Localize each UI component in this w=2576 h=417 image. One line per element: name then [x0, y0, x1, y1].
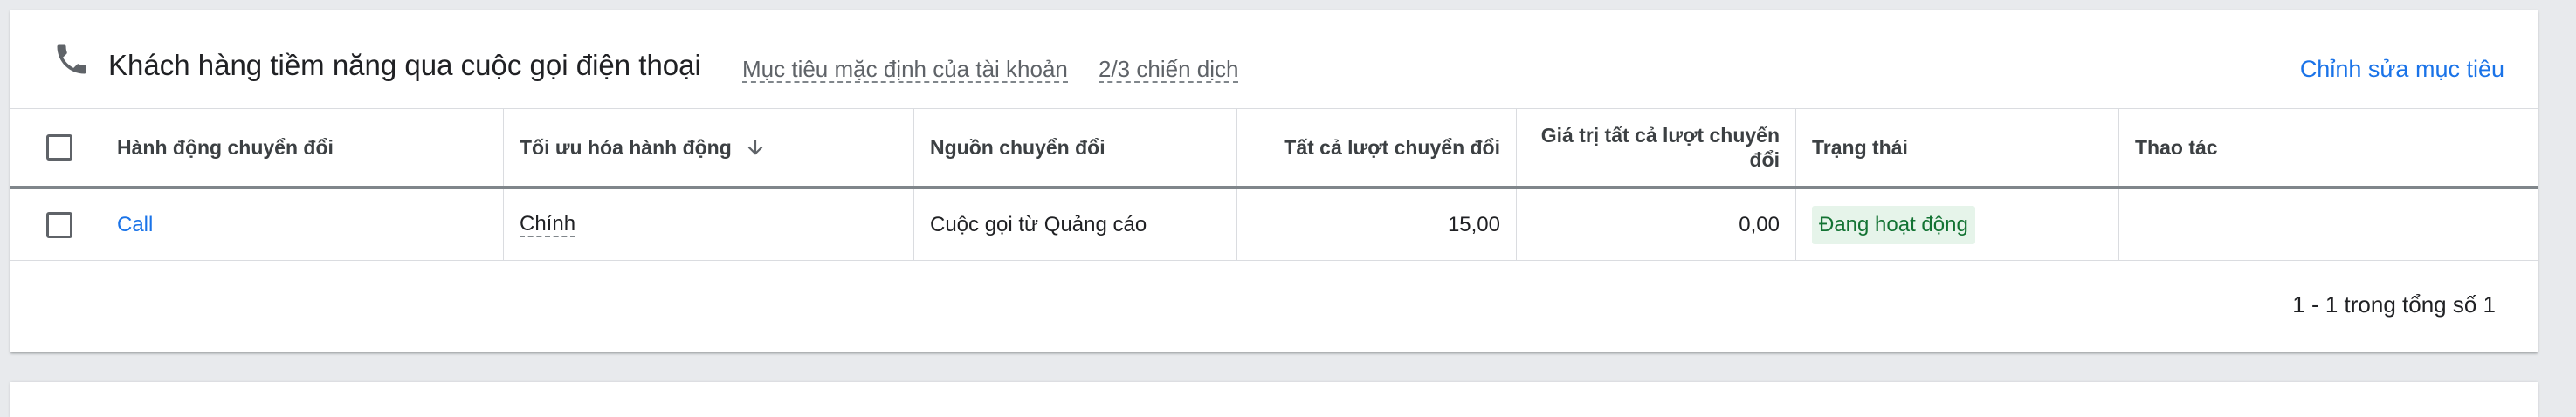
- select-all-checkbox[interactable]: [46, 134, 72, 161]
- column-header-actions-label: Thao tác: [2135, 135, 2218, 159]
- actions-cell: [2118, 189, 2538, 260]
- column-header-actions: Thao tác: [2118, 109, 2538, 186]
- column-header-action-label: Hành động chuyển đổi: [117, 135, 334, 159]
- next-goal-card: [10, 382, 2538, 417]
- card-header: Khách hàng tiềm năng qua cuộc gọi điện t…: [10, 10, 2538, 109]
- table-header: Hành động chuyển đổi Tối ưu hóa hành độn…: [10, 109, 2538, 189]
- edit-goal-link[interactable]: Chỉnh sửa mục tiêu: [2300, 56, 2504, 83]
- conversion-goal-card: Khách hàng tiềm năng qua cuộc gọi điện t…: [10, 10, 2538, 352]
- source-cell: Cuộc gọi từ Quảng cáo: [913, 189, 1236, 260]
- column-header-source-label: Nguồn chuyển đổi: [930, 135, 1105, 159]
- all-conversions-cell: 15,00: [1236, 189, 1516, 260]
- status-cell: Đang hoạt động: [1795, 189, 2118, 260]
- column-header-all-conversions-label: Tất cả lượt chuyển đổi: [1284, 135, 1500, 159]
- optimization-cell: Chính: [503, 189, 913, 260]
- optimization-value[interactable]: Chính: [520, 212, 576, 237]
- column-header-status-label: Trạng thái: [1812, 135, 1908, 159]
- table-row: Call Chính Cuộc gọi từ Quảng cáo 15,00 0…: [10, 189, 2538, 261]
- phone-icon: [57, 44, 86, 74]
- action-cell: Call: [108, 189, 503, 260]
- column-header-action[interactable]: Hành động chuyển đổi: [108, 109, 503, 186]
- column-header-status[interactable]: Trạng thái: [1795, 109, 2118, 186]
- conversion-action-link[interactable]: Call: [117, 213, 153, 237]
- column-header-all-conversions[interactable]: Tất cả lượt chuyển đổi: [1236, 109, 1516, 186]
- status-badge: Đang hoạt động: [1812, 205, 1975, 244]
- column-header-optimization-label: Tối ưu hóa hành động: [520, 135, 732, 159]
- goal-scope-label[interactable]: Mục tiêu mặc định của tài khoản: [742, 58, 1068, 83]
- pagination-summary: 1 - 1 trong tổng số 1: [2292, 291, 2496, 318]
- all-conv-value-cell: 0,00: [1516, 189, 1795, 260]
- column-header-all-conv-value-label: Giá trị tất cả lượt chuyển đổi: [1540, 124, 1780, 171]
- all-conv-value-value: 0,00: [1739, 212, 1780, 236]
- column-header-source[interactable]: Nguồn chuyển đổi: [913, 109, 1236, 186]
- column-header-optimization[interactable]: Tối ưu hóa hành động: [503, 109, 913, 186]
- column-header-all-conv-value[interactable]: Giá trị tất cả lượt chuyển đổi: [1516, 109, 1795, 186]
- select-all-cell: [10, 109, 108, 186]
- all-conversions-value: 15,00: [1447, 212, 1500, 236]
- row-select-cell: [10, 189, 108, 260]
- campaign-count-label[interactable]: 2/3 chiến dịch: [1099, 58, 1239, 83]
- goal-title: Khách hàng tiềm năng qua cuộc gọi điện t…: [108, 49, 701, 81]
- row-checkbox[interactable]: [46, 211, 72, 238]
- source-value: Cuộc gọi từ Quảng cáo: [930, 212, 1147, 236]
- arrow-down-icon[interactable]: [744, 136, 767, 159]
